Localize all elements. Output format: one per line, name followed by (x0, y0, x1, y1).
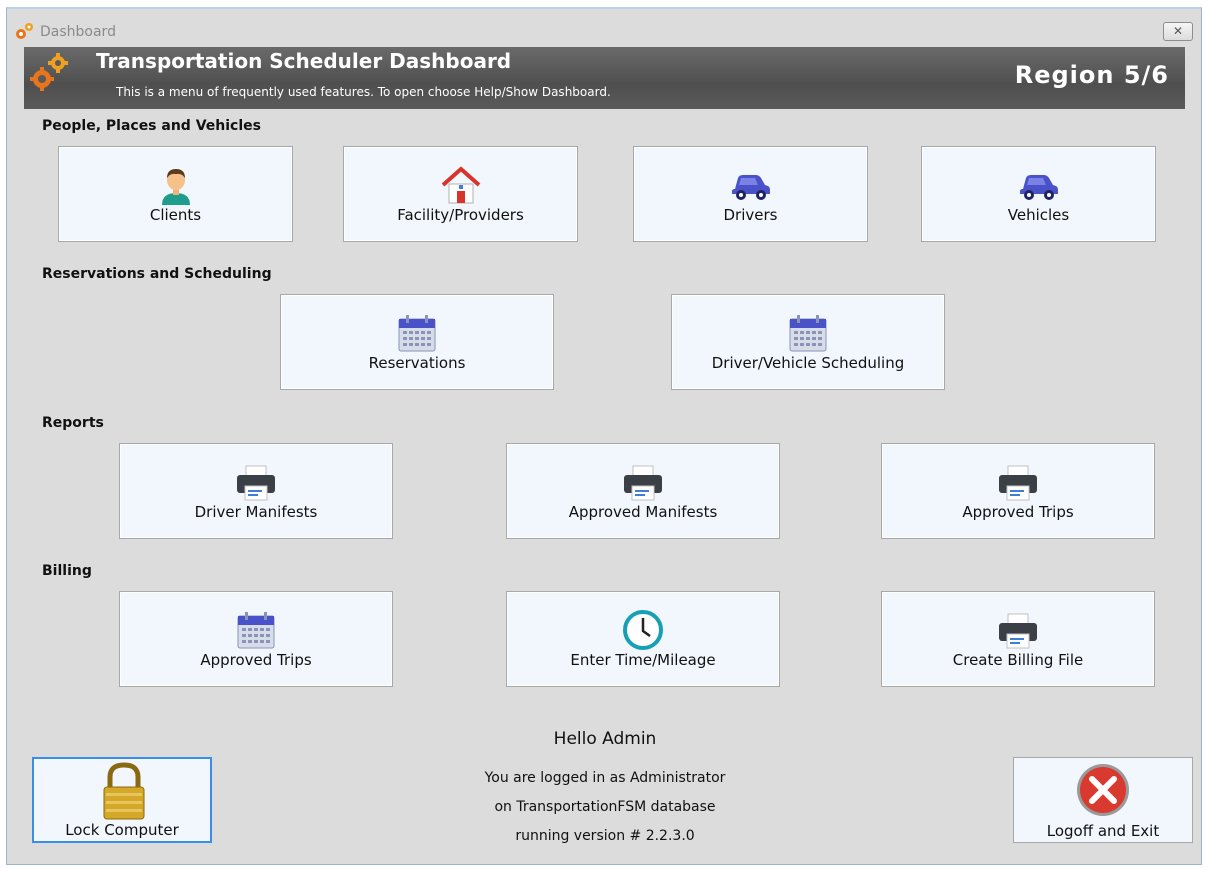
facility-providers-label: Facility/Providers (397, 206, 524, 224)
printer-icon (996, 608, 1040, 652)
drivers-tile[interactable]: Drivers (633, 146, 868, 242)
reservations-label: Reservations (368, 354, 466, 372)
lock-computer-label: Lock Computer (65, 821, 179, 839)
approved-manifests-tile[interactable]: Approved Manifests (506, 443, 780, 539)
clock-icon (623, 610, 663, 650)
lock-computer-button[interactable]: Lock Computer (32, 757, 212, 843)
clients-label: Clients (149, 206, 202, 224)
calendar-icon (786, 311, 830, 355)
approved-trips-billing-label: Approved Trips (200, 651, 312, 669)
region-label: Region 5/6 (1014, 61, 1169, 89)
vehicles-tile[interactable]: Vehicles (921, 146, 1156, 242)
clients-tile[interactable]: Clients (58, 146, 293, 242)
gears-icon (16, 23, 33, 39)
printer-icon (996, 460, 1040, 504)
logoff-exit-label: Logoff and Exit (1046, 822, 1160, 840)
approved-trips-report-tile[interactable]: Approved Trips (881, 443, 1155, 539)
calendar-icon (234, 608, 278, 652)
reservations-tile[interactable]: Reservations (280, 294, 554, 390)
dashboard-subtitle: This is a menu of frequently used featur… (116, 85, 611, 99)
driver-manifests-label: Driver Manifests (194, 503, 318, 521)
printer-icon (621, 460, 665, 504)
drivers-label: Drivers (723, 206, 778, 224)
printer-icon (234, 460, 278, 504)
greeting-text: Hello Admin (553, 729, 657, 749)
create-billing-file-label: Create Billing File (952, 651, 1084, 669)
driver-vehicle-scheduling-tile[interactable]: Driver/Vehicle Scheduling (671, 294, 945, 390)
approved-trips-report-label: Approved Trips (962, 503, 1074, 521)
driver-vehicle-scheduling-label: Driver/Vehicle Scheduling (711, 354, 905, 372)
title-bar: Dashboard ✕ (7, 9, 1201, 45)
car-icon (729, 163, 773, 207)
close-button[interactable]: ✕ (1163, 22, 1193, 41)
close-circle-icon (1077, 764, 1129, 816)
person-icon (161, 169, 190, 205)
enter-time-mileage-tile[interactable]: Enter Time/Mileage (506, 591, 780, 687)
section-reservations: Reservations and Scheduling (42, 266, 272, 282)
facility-providers-tile[interactable]: Facility/Providers (343, 146, 578, 242)
section-people: People, Places and Vehicles (42, 118, 261, 134)
section-billing: Billing (42, 563, 92, 579)
calendar-icon (395, 311, 439, 355)
section-reports: Reports (42, 415, 104, 431)
padlock-icon (103, 762, 145, 820)
approved-trips-billing-tile[interactable]: Approved Trips (119, 591, 393, 687)
vehicles-label: Vehicles (1007, 206, 1070, 224)
house-icon (441, 166, 480, 204)
driver-manifests-tile[interactable]: Driver Manifests (119, 443, 393, 539)
dashboard-window: Dashboard ✕ Transportation Scheduler Das… (6, 7, 1202, 865)
enter-time-mileage-label: Enter Time/Mileage (570, 651, 716, 669)
header-banner: Transportation Scheduler Dashboard This … (24, 47, 1185, 109)
car-icon (1017, 163, 1061, 207)
dashboard-title: Transportation Scheduler Dashboard (96, 49, 512, 73)
window-title: Dashboard (40, 24, 116, 40)
gears-icon (30, 53, 68, 91)
approved-manifests-label: Approved Manifests (568, 503, 718, 521)
logoff-exit-button[interactable]: Logoff and Exit (1013, 757, 1193, 843)
create-billing-file-tile[interactable]: Create Billing File (881, 591, 1155, 687)
